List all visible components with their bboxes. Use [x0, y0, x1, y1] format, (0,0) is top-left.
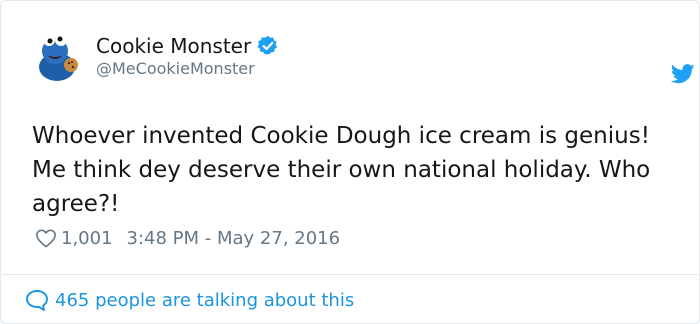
- display-name[interactable]: Cookie Monster: [96, 34, 251, 58]
- name-row: Cookie Monster: [96, 33, 279, 59]
- avatar[interactable]: [31, 29, 87, 85]
- like-count: 1,001: [61, 227, 113, 249]
- tweet-meta: 1,001 3:48 PM - May 27, 2016: [35, 226, 340, 250]
- verified-badge-icon: [257, 35, 278, 55]
- heart-icon[interactable]: [35, 228, 57, 248]
- user-handle[interactable]: @MeCookieMonster: [96, 59, 255, 78]
- tweet-timestamp[interactable]: 3:48 PM - May 27, 2016: [127, 228, 341, 249]
- divider: [2, 274, 698, 275]
- twitter-bird-icon[interactable]: [671, 64, 695, 84]
- tweet-card: Cookie Monster @MeCookieMonster Whoever …: [0, 0, 700, 324]
- speech-bubble-icon: [26, 290, 48, 311]
- talking-count-link[interactable]: 465 people are talking about this: [55, 290, 354, 311]
- tweet-header: Cookie Monster @MeCookieMonster: [31, 29, 695, 89]
- talking-link[interactable]: 465 people are talking about this: [25, 287, 354, 313]
- cookie-monster-avatar-image: [31, 29, 87, 85]
- tweet-text: Whoever invented Cookie Dough ice cream …: [32, 123, 651, 217]
